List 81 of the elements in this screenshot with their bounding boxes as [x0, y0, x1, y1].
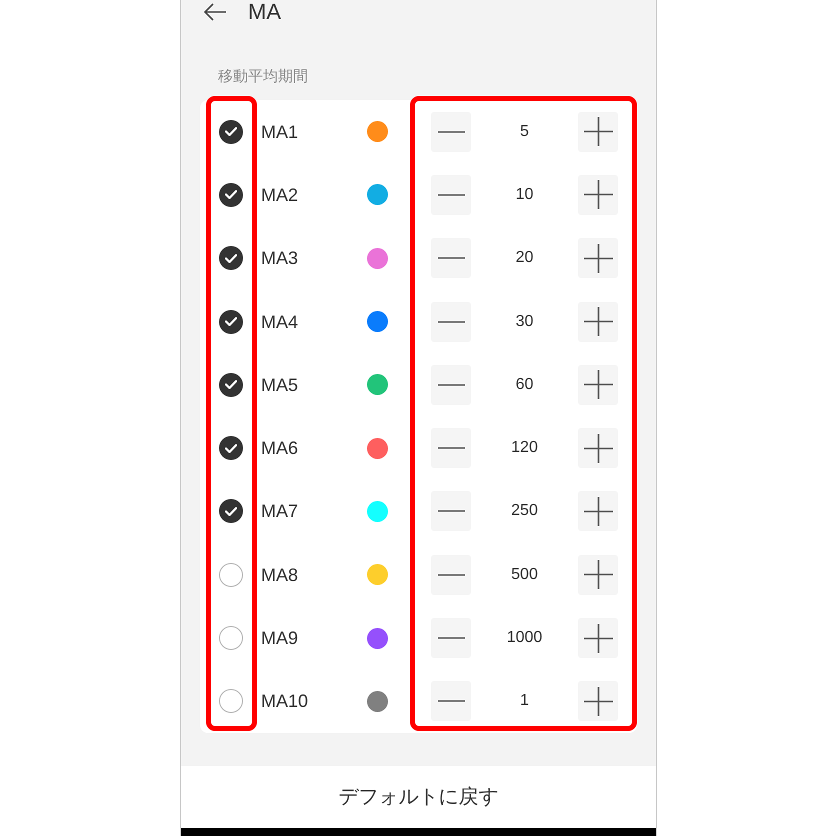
minus-icon — [438, 447, 464, 450]
decrement-button[interactable] — [431, 491, 471, 532]
minus-icon — [438, 194, 464, 196]
decrement-button[interactable] — [431, 618, 471, 658]
increment-button[interactable] — [578, 554, 618, 595]
decrement-button[interactable] — [431, 238, 471, 278]
checkbox[interactable] — [219, 499, 243, 524]
ma-line-label: MA3 — [261, 247, 300, 270]
period-value: 120 — [510, 438, 539, 458]
checkbox[interactable] — [219, 562, 243, 587]
decrement-button[interactable] — [431, 681, 471, 722]
plus-icon — [584, 307, 612, 336]
increment-button[interactable] — [578, 302, 618, 342]
decrement-button[interactable] — [431, 428, 471, 468]
plus-icon — [584, 244, 612, 273]
section-label: 移動平均期間 — [218, 67, 308, 87]
increment-button[interactable] — [578, 428, 618, 468]
ma-line-label: MA4 — [261, 310, 300, 333]
checkbox[interactable] — [219, 182, 243, 207]
ma-line-label: MA10 — [261, 690, 310, 712]
plus-icon — [584, 624, 612, 653]
increment-button[interactable] — [578, 491, 618, 532]
checkmark-icon — [225, 380, 237, 390]
minus-icon — [438, 637, 464, 640]
checkmark-icon — [225, 317, 237, 326]
period-value: 30 — [514, 312, 534, 332]
increment-button[interactable] — [578, 238, 618, 278]
increment-button[interactable] — [578, 112, 618, 152]
decrement-button[interactable] — [431, 554, 471, 595]
ma-line-label: MA7 — [261, 500, 300, 522]
increment-button[interactable] — [578, 681, 618, 722]
reset-button[interactable]: デフォルトに戻す — [181, 766, 656, 828]
period-value: 500 — [510, 564, 539, 585]
ma-line-label: MA9 — [261, 627, 300, 650]
minus-icon — [438, 510, 464, 512]
plus-icon — [584, 434, 612, 463]
increment-button[interactable] — [578, 618, 618, 658]
period-value: 10 — [514, 184, 534, 205]
checkbox[interactable] — [219, 372, 243, 397]
checkbox[interactable] — [219, 436, 243, 460]
checkbox[interactable] — [219, 120, 243, 144]
checkbox[interactable] — [219, 689, 243, 714]
ma-line-label: MA8 — [261, 564, 300, 586]
minus-icon — [438, 320, 464, 323]
checkbox[interactable] — [219, 626, 243, 650]
decrement-button[interactable] — [431, 302, 471, 342]
checkmark-icon — [225, 444, 237, 453]
increment-button[interactable] — [578, 364, 618, 405]
decrement-button[interactable] — [431, 364, 471, 405]
period-value: 5 — [519, 122, 530, 142]
period-value: 20 — [514, 248, 534, 268]
plus-icon — [584, 496, 612, 526]
plus-icon — [584, 686, 612, 716]
period-value: 60 — [514, 374, 534, 395]
checkmark-icon — [225, 254, 237, 263]
minus-icon — [438, 384, 464, 386]
checkbox[interactable] — [219, 310, 243, 334]
period-value: 250 — [510, 501, 539, 522]
page-title: MA — [248, 0, 281, 24]
period-value: 1000 — [506, 628, 544, 648]
plus-icon — [584, 180, 612, 210]
decrement-button[interactable] — [431, 112, 471, 152]
minus-icon — [438, 130, 464, 133]
checkmark-icon — [225, 506, 237, 516]
plus-icon — [584, 560, 612, 590]
ma-line-label: MA6 — [261, 437, 300, 460]
increment-button[interactable] — [578, 174, 618, 215]
checkmark-icon — [225, 190, 237, 200]
checkmark-icon — [225, 127, 237, 136]
decrement-button[interactable] — [431, 174, 471, 215]
ma-line-label: MA5 — [261, 374, 300, 396]
ma-line-label: MA1 — [261, 120, 300, 143]
minus-icon — [438, 700, 464, 702]
period-value: 1 — [519, 691, 530, 712]
checkbox[interactable] — [219, 246, 243, 270]
minus-icon — [438, 257, 464, 260]
plus-icon — [584, 117, 612, 146]
back-arrow-icon[interactable] — [203, 3, 227, 21]
minus-icon — [438, 574, 464, 576]
plus-icon — [584, 370, 612, 400]
ma-line-label: MA2 — [261, 184, 300, 206]
